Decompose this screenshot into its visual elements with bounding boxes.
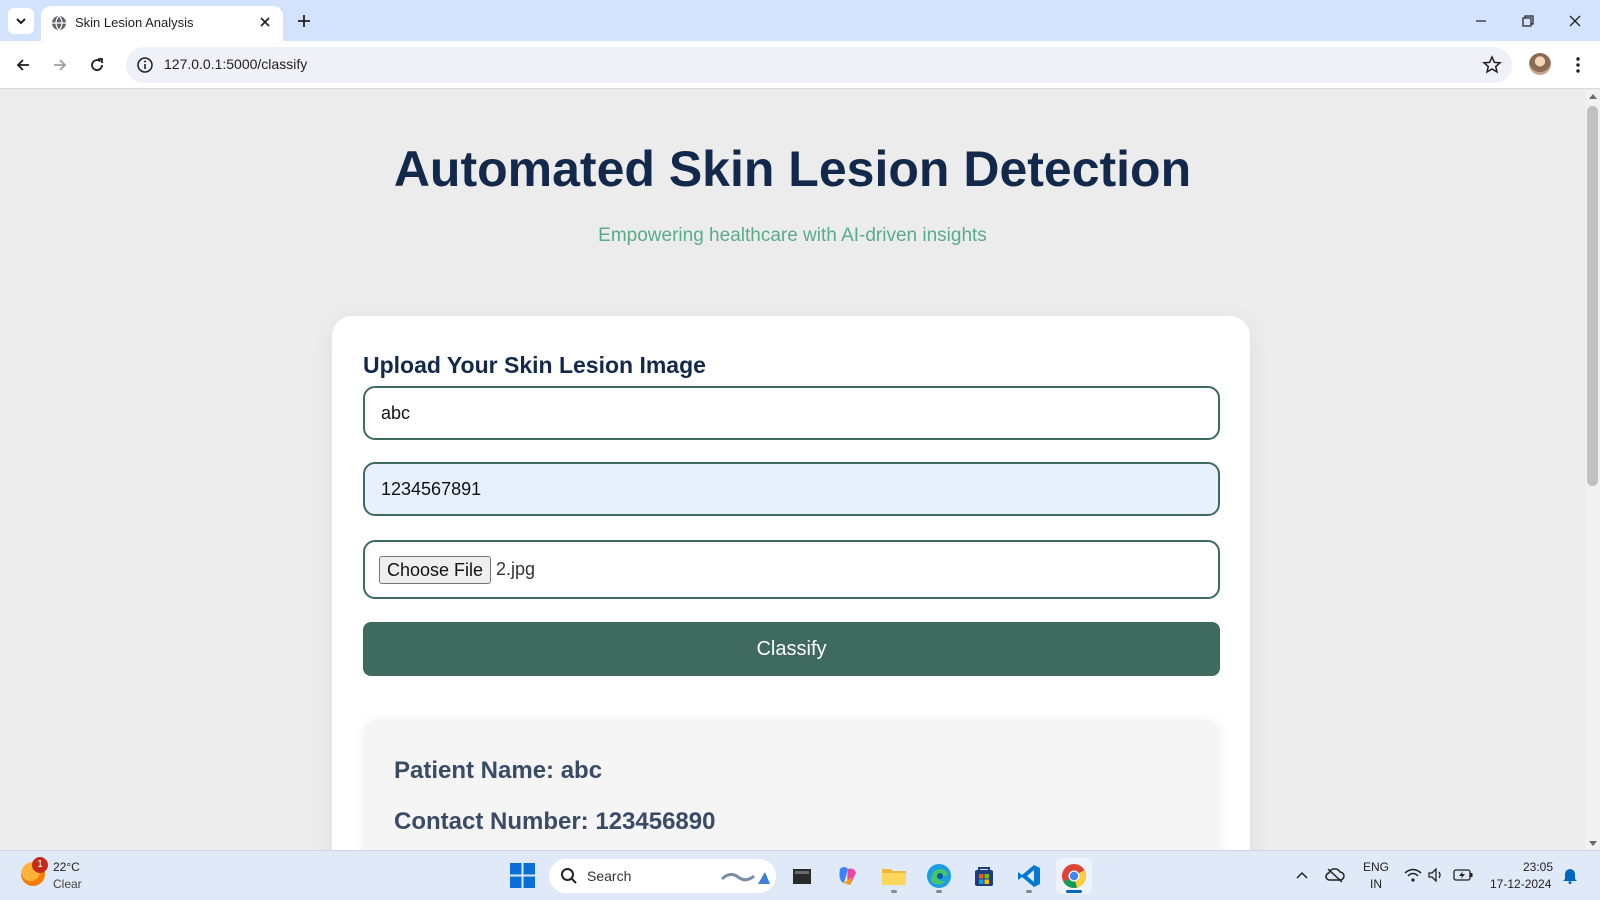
tab-search-button[interactable] [8,8,34,34]
clock-time[interactable]: 23:05 [1523,860,1553,874]
battery-charging-icon [1453,869,1473,881]
browser-tab[interactable]: Skin Lesion Analysis [41,6,283,41]
weather-badge: 1 [32,857,48,873]
minimize-button[interactable] [1468,8,1494,34]
result-panel: Patient Name: abc Contact Number: 123456… [363,719,1220,850]
arrow-left-icon [16,59,29,71]
active-indicator [1066,890,1082,893]
chevron-down-icon [16,18,26,25]
windows-taskbar: 1 22°C Clear Search ENG IN 23:05 17-12-2… [0,850,1600,900]
folder-icon [882,869,906,885]
taskbar-edge[interactable] [921,858,957,894]
windows-start-icon[interactable] [510,863,535,888]
site-info-icon[interactable] [136,56,154,74]
forward-button[interactable] [47,52,73,78]
vscode-icon [1018,865,1040,887]
tray-overflow-button[interactable] [1292,865,1312,885]
address-bar[interactable]: 127.0.0.1:5000/classify [126,47,1512,83]
page-scrollbar[interactable] [1585,90,1600,850]
reload-icon [91,58,103,71]
chrome-icon [1062,864,1086,888]
scroll-up-arrow-icon[interactable] [1589,94,1597,99]
wifi-icon [1404,868,1422,882]
reload-button[interactable] [84,52,110,78]
taskbar-search-box[interactable]: Search [549,859,776,893]
close-icon [260,17,270,27]
window-close-button[interactable] [1562,8,1588,34]
language-indicator[interactable]: ENG [1363,860,1389,874]
notifications-button[interactable] [1560,865,1580,885]
restore-icon [1522,15,1534,27]
running-indicator [936,890,942,893]
page-viewport: Automated Skin Lesion Detection Empoweri… [0,90,1585,850]
result-patient-name: Patient Name: abc [394,757,603,784]
browser-toolbar: 127.0.0.1:5000/classify [0,41,1600,89]
region-indicator[interactable]: IN [1370,877,1382,891]
tab-strip: Skin Lesion Analysis [0,0,1600,41]
tray-onedrive[interactable] [1325,865,1345,885]
clock-date[interactable]: 17-12-2024 [1490,877,1551,891]
edge-icon [927,864,951,888]
classify-button[interactable]: Classify [363,622,1220,676]
weather-condition[interactable]: Clear [53,877,82,891]
running-indicator [1026,890,1032,893]
taskbar-store[interactable] [966,858,1002,894]
result-contact-number: Contact Number: 123456890 [394,808,716,835]
upload-card: Upload Your Skin Lesion Image Choose Fil… [332,316,1250,850]
taskbar-file-explorer[interactable] [784,858,820,894]
search-highlight-icon [720,872,770,884]
selected-file-name: 2.jpg [496,559,536,579]
taskbar-folder[interactable] [876,858,912,894]
globe-icon [52,15,66,31]
chevron-up-icon [1296,871,1308,879]
bookmark-star-icon[interactable] [1482,55,1502,75]
scroll-thumb[interactable] [1587,106,1598,486]
running-indicator [891,890,897,893]
plus-icon [298,15,310,27]
tray-wifi[interactable] [1403,865,1423,885]
tab-title: Skin Lesion Analysis [75,15,194,30]
file-upload-field[interactable]: Choose File 2.jpg [363,540,1220,599]
speaker-icon [1428,868,1441,882]
contact-number-input[interactable] [363,462,1220,516]
patient-name-input[interactable] [363,386,1220,440]
store-icon [975,867,993,886]
tray-battery[interactable] [1453,865,1473,885]
more-vertical-icon [1576,57,1580,73]
new-tab-button[interactable] [294,11,314,31]
copilot-icon [839,867,856,885]
restore-button[interactable] [1515,8,1541,34]
weather-temperature[interactable]: 22°C [53,860,80,874]
back-button[interactable] [10,52,36,78]
page-subtitle: Empowering healthcare with AI-driven ins… [598,225,987,246]
upload-heading: Upload Your Skin Lesion Image [363,352,706,378]
minimize-icon [1476,20,1486,22]
cloud-off-icon [1325,868,1345,883]
arrow-right-icon [54,59,67,71]
tray-volume[interactable] [1427,865,1447,885]
search-icon [561,868,577,884]
choose-file-button[interactable]: Choose File [379,556,492,584]
tab-close-button[interactable] [257,14,273,30]
close-icon [1569,15,1581,27]
url-text[interactable]: 127.0.0.1:5000/classify [164,56,307,72]
file-explorer-icon [793,869,811,884]
browser-menu-button[interactable] [1568,53,1588,77]
profile-avatar[interactable] [1529,53,1551,75]
taskbar-vscode[interactable] [1011,858,1047,894]
page-title: Automated Skin Lesion Detection [393,141,1192,197]
taskbar-chrome[interactable] [1056,858,1092,894]
scroll-down-arrow-icon[interactable] [1589,841,1597,846]
bell-icon [1563,869,1577,884]
taskbar-search-label: Search [587,868,632,884]
taskbar-copilot[interactable] [830,858,866,894]
